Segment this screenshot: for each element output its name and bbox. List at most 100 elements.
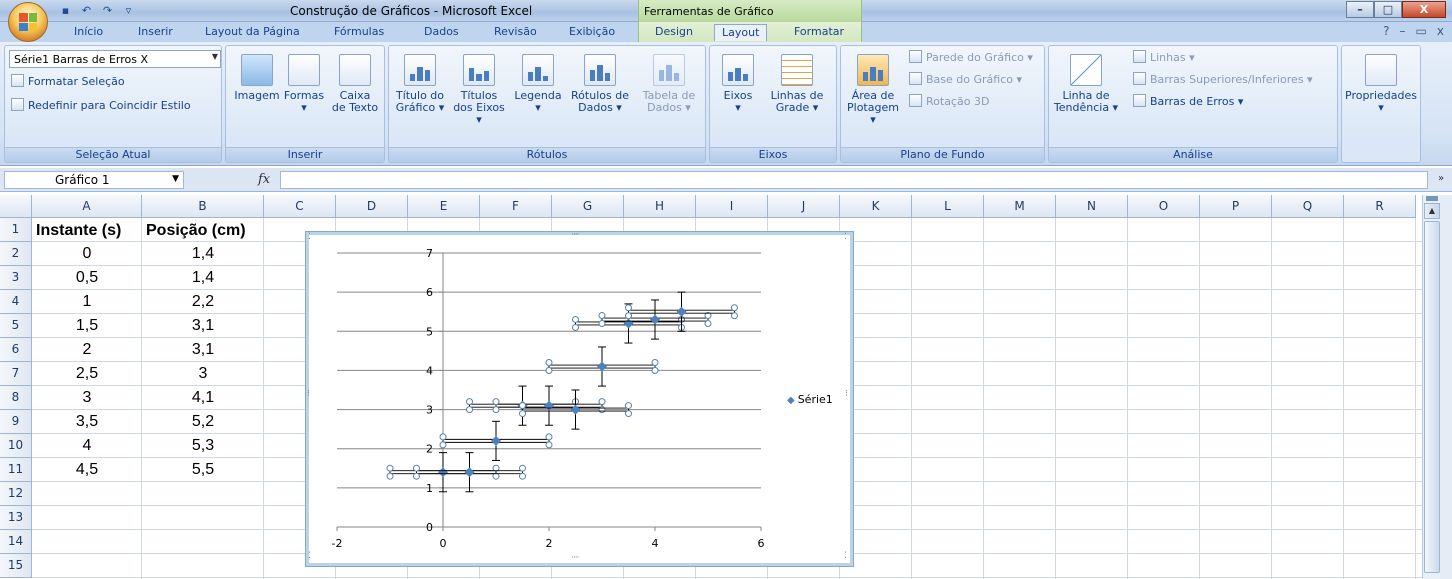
chart-floor-button[interactable]: Base do Gráfico ▾ (909, 72, 1022, 88)
chart-object[interactable]: -2 0 2 4 6 0 1 2 3 4 5 6 7 ⁚ ···· ⁚ ⁝ ⁝ ⁚ ···· ⁚ ◆ Sé… (305, 230, 854, 567)
data-cell[interactable]: 3 (32, 386, 142, 410)
column-header[interactable]: L (912, 195, 984, 218)
row-header[interactable]: 5 (0, 314, 32, 338)
workbook-restore-button[interactable]: ▭ (1416, 24, 1427, 38)
tab-formulas[interactable]: Fórmulas (334, 25, 384, 42)
name-box[interactable]: Gráfico 1 ▼ (4, 171, 184, 189)
column-header[interactable]: D (336, 195, 408, 218)
column-header[interactable]: P (1200, 195, 1272, 218)
column-header[interactable]: I (696, 195, 768, 218)
column-header[interactable]: A (32, 195, 142, 218)
tab-revisao[interactable]: Revisão (494, 25, 537, 42)
data-cell[interactable]: 3,1 (142, 314, 264, 338)
undo-icon[interactable]: ↶ (79, 4, 94, 18)
data-labels-button[interactable]: Rótulos de Dados ▾ (567, 54, 633, 114)
data-cell[interactable]: 0,5 (32, 266, 142, 290)
data-cell[interactable]: 1,4 (142, 266, 264, 290)
resize-handle-left[interactable]: ⁝ (307, 389, 310, 399)
data-cell[interactable]: 0 (32, 242, 142, 266)
tab-formatar[interactable]: Formatar (794, 25, 844, 42)
column-header[interactable]: N (1056, 195, 1128, 218)
data-cell[interactable]: 5,3 (142, 434, 264, 458)
legend-button[interactable]: Legenda ▾ (511, 54, 565, 114)
data-cell[interactable]: 2,5 (32, 362, 142, 386)
chart-title-button[interactable]: Título do Gráfico ▾ (391, 54, 449, 114)
save-icon[interactable]: ▪ (58, 4, 73, 18)
tab-dados[interactable]: Dados (424, 25, 459, 42)
row-header[interactable]: 13 (0, 506, 32, 530)
column-header[interactable]: F (480, 195, 552, 218)
insert-picture-button[interactable]: Imagem (232, 54, 282, 102)
3d-rotation-button[interactable]: Rotação 3D (909, 94, 989, 110)
tab-exibicao[interactable]: Exibição (569, 25, 615, 42)
data-cell[interactable]: 2,2 (142, 290, 264, 314)
vertical-scrollbar[interactable]: ▲ (1422, 195, 1440, 579)
lines-button[interactable]: Linhas ▾ (1133, 50, 1195, 66)
plot-area-button[interactable]: Área de Plotagem ▾ (843, 54, 903, 126)
tab-inserir[interactable]: Inserir (138, 25, 173, 42)
row-header[interactable]: 9 (0, 410, 32, 434)
column-header[interactable]: Q (1272, 195, 1344, 218)
row-header[interactable]: 2 (0, 242, 32, 266)
row-header[interactable]: 8 (0, 386, 32, 410)
data-cell[interactable]: 5,5 (142, 458, 264, 482)
data-cell[interactable]: 4 (32, 434, 142, 458)
error-bars-button[interactable]: Barras de Erros ▾ (1133, 94, 1243, 110)
gridlines-button[interactable]: Linhas de Grade ▾ (764, 54, 830, 114)
maximize-button[interactable]: □ (1374, 1, 1402, 18)
tab-layout-da-pagina[interactable]: Layout da Página (205, 25, 300, 42)
scroll-up-icon[interactable]: ▲ (1424, 203, 1440, 219)
axes-button[interactable]: Eixos ▾ (716, 54, 760, 114)
column-header[interactable]: E (408, 195, 480, 218)
row-header[interactable]: 12 (0, 482, 32, 506)
up-down-bars-button[interactable]: Barras Superiores/Inferiores ▾ (1133, 72, 1313, 88)
data-cell[interactable]: 5,2 (142, 410, 264, 434)
insert-textbox-button[interactable]: Caixa de Texto (330, 54, 380, 114)
row-header[interactable]: 3 (0, 266, 32, 290)
row-header[interactable]: 10 (0, 434, 32, 458)
chart-wall-button[interactable]: Parede do Gráfico ▾ (909, 50, 1033, 66)
insert-function-icon[interactable]: fx (258, 172, 270, 187)
column-header[interactable]: B (142, 195, 264, 218)
data-cell[interactable]: 1,4 (142, 242, 264, 266)
resize-handle-right[interactable]: ⁝ (845, 389, 848, 399)
row-header[interactable]: 6 (0, 338, 32, 362)
data-cell[interactable]: 3,5 (32, 410, 142, 434)
row-header[interactable]: 4 (0, 290, 32, 314)
data-table-button[interactable]: Tabela de Dados ▾ (637, 54, 701, 114)
workbook-close-button[interactable]: x (1437, 24, 1444, 38)
resize-handle-bottom-left[interactable]: ⁚ (308, 551, 311, 561)
workbook-minimize-button[interactable]: – (1400, 24, 1406, 38)
data-cell[interactable]: 4,5 (32, 458, 142, 482)
chart-legend[interactable]: ◆ Série1 (787, 393, 833, 406)
row-header[interactable]: 7 (0, 362, 32, 386)
format-selection-button[interactable]: Formatar Seleção (11, 74, 125, 90)
formula-input[interactable] (280, 171, 1428, 189)
resize-handle-top[interactable]: ···· (571, 230, 580, 240)
tab-design[interactable]: Design (655, 25, 693, 42)
tab-layout[interactable]: Layout (714, 24, 768, 41)
column-header[interactable]: K (840, 195, 912, 218)
resize-handle-bottom[interactable]: ···· (571, 553, 580, 563)
column-header[interactable]: M (984, 195, 1056, 218)
properties-button[interactable]: Propriedades ▾ (1344, 54, 1418, 114)
row-header[interactable]: 1 (0, 218, 32, 242)
row-header[interactable]: 15 (0, 554, 32, 578)
redo-icon[interactable]: ↷ (100, 4, 115, 18)
header-cell[interactable]: Posição (cm) (146, 219, 246, 243)
customize-toolbar-icon[interactable]: ▿ (121, 4, 136, 18)
resize-handle-top-right[interactable]: ⁚ (844, 232, 847, 242)
expand-formula-bar-icon[interactable]: » (1434, 173, 1448, 187)
data-cell[interactable]: 3,1 (142, 338, 264, 362)
data-cell[interactable]: 1 (32, 290, 142, 314)
minimize-button[interactable]: – (1346, 1, 1374, 18)
axis-titles-button[interactable]: Títulos dos Eixos ▾ (449, 54, 509, 126)
column-header[interactable]: G (552, 195, 624, 218)
row-header[interactable]: 11 (0, 458, 32, 482)
resize-handle-bottom-right[interactable]: ⁚ (844, 551, 847, 561)
data-cell[interactable]: 2 (32, 338, 142, 362)
select-all-corner[interactable] (0, 195, 32, 218)
header-cell[interactable]: Instante (s) (36, 219, 121, 243)
split-box[interactable] (1426, 196, 1438, 201)
row-header[interactable]: 14 (0, 530, 32, 554)
